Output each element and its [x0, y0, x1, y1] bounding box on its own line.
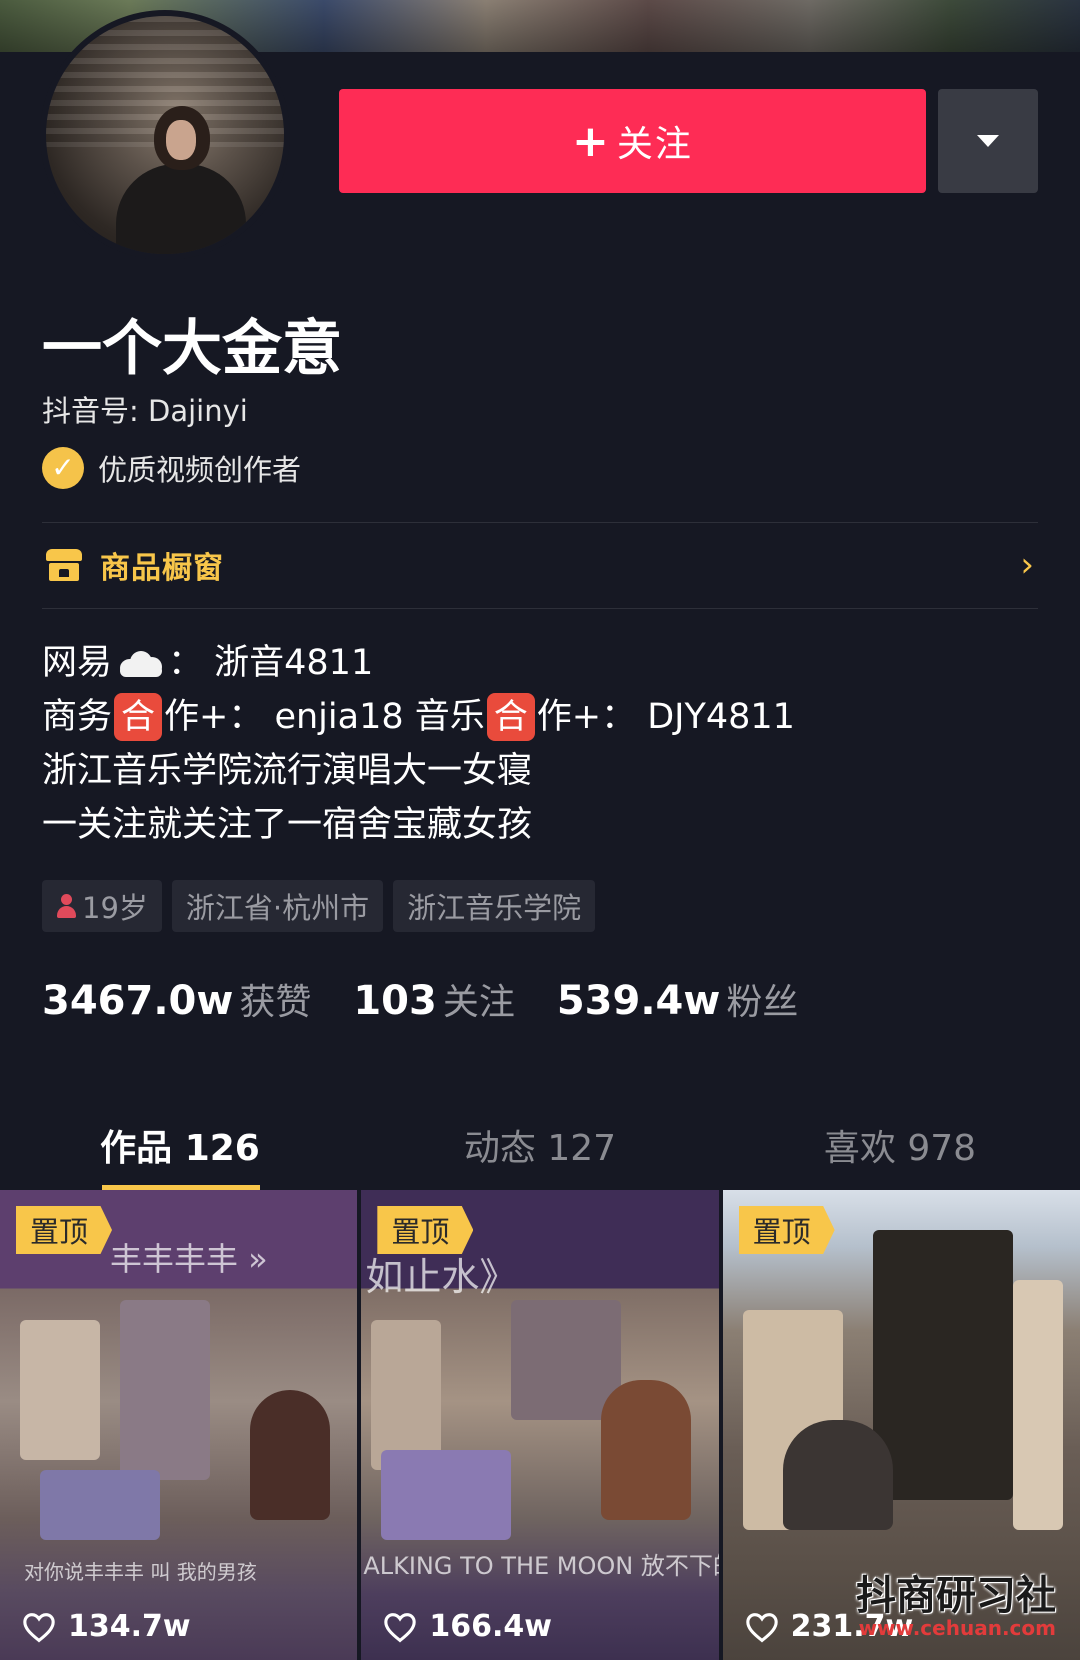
verified-label: 优质视频创作者 [98, 453, 302, 487]
checkmark-icon: ✓ [42, 447, 84, 489]
follow-button[interactable]: + 关注 [339, 89, 926, 193]
video-likes: 166.4w [383, 1609, 552, 1644]
bio-text: 商务 [42, 697, 113, 737]
bio-line-3: 浙江音乐学院流行演唱大一女寝 [42, 751, 533, 791]
follow-label: 关注 [616, 124, 693, 165]
plus-icon: + [572, 115, 611, 167]
heart-icon [745, 1612, 778, 1642]
video-thumbnail[interactable]: 置顶 231.7w 抖商研习社 www.cehuan.com [722, 1190, 1080, 1660]
location-tag[interactable]: 浙江省·杭州市 [171, 880, 384, 932]
video-likes-count: 134.7w [68, 1609, 191, 1644]
bio-line-4: 一关注就关注了一宿舍宝藏女孩 [42, 805, 533, 845]
profile-tags: 19岁 浙江省·杭州市 浙江音乐学院 [42, 880, 596, 932]
scene-shape [782, 1420, 893, 1530]
bio-line-2: 商务 合 作+： enjia18 音乐 合 作+： DJY4811 [42, 690, 795, 744]
following-label: 关注 [442, 982, 515, 1023]
following-count: 103 [353, 978, 437, 1024]
scene-shape [872, 1230, 1013, 1500]
content-tabs: 作品 126 动态 127 喜欢 978 [0, 1100, 1080, 1190]
cooperation-badge-icon: 合 [114, 693, 163, 741]
bio-text: 网易 [42, 643, 113, 683]
heart-icon [384, 1612, 417, 1642]
fans-count: 539.4w [556, 978, 721, 1024]
verified-badge: ✓ 优质视频创作者 [42, 447, 301, 489]
dropdown-triangle-icon [977, 135, 999, 147]
age-tag: 19岁 [42, 880, 162, 932]
shop-window-label: 商品橱窗 [100, 551, 224, 586]
douyin-id: 抖音号: Dajinyi [42, 394, 248, 428]
video-likes-count: 166.4w [429, 1609, 552, 1644]
tab-works[interactable]: 作品 126 [0, 1100, 360, 1190]
more-options-button[interactable] [938, 89, 1038, 193]
bio: 网易 ： 浙音4811 商务 合 作+： enjia18 音乐 合 作+： DJ… [42, 636, 795, 852]
avatar-photo [46, 16, 284, 254]
following-stat[interactable]: 103 关注 [353, 973, 515, 1025]
profile-stats: 3467.0w 获赞 103 关注 539.4w 粉丝 [42, 973, 840, 1025]
scene-shape [20, 1320, 100, 1460]
scene-shape [371, 1320, 442, 1470]
likes-label: 获赞 [239, 982, 312, 1023]
tab-likes[interactable]: 喜欢 978 [720, 1100, 1080, 1190]
avatar-person-face [166, 120, 196, 160]
bio-line-1: 网易 ： 浙音4811 [42, 636, 795, 690]
scene-shape [1012, 1280, 1063, 1530]
shop-icon [46, 549, 82, 581]
shop-window-row[interactable]: 商品橱窗 › [42, 522, 1038, 608]
divider [42, 608, 1038, 609]
video-grid: 丰丰丰丰 » 对你说丰丰丰 叫 我的男孩 置顶 134.7w 如止水》 ALKI… [0, 1190, 1080, 1660]
scene-shape [120, 1300, 210, 1480]
female-icon [56, 894, 76, 918]
pinned-badge: 置顶 [377, 1206, 474, 1254]
scene-shape [250, 1390, 330, 1520]
cooperation-badge-icon: 合 [486, 693, 535, 741]
avatar[interactable] [40, 10, 290, 260]
location-label: 浙江省·杭州市 [185, 891, 370, 925]
nickname: 一个大金意 [42, 314, 342, 384]
scene-shape [601, 1380, 692, 1520]
video-thumbnail[interactable]: 如止水》 ALKING TO THE MOON 放不下的理 置顶 166.4w [361, 1190, 719, 1660]
heart-icon [23, 1612, 55, 1642]
video-overlay-text: ALKING TO THE MOON 放不下的理 [363, 1552, 718, 1580]
avatar-person-body [116, 164, 246, 254]
age-label: 19岁 [82, 891, 148, 925]
fans-stat[interactable]: 539.4w 粉丝 [557, 973, 799, 1025]
video-likes: 134.7w [22, 1609, 191, 1644]
chevron-right-icon: › [1020, 545, 1034, 585]
likes-stat[interactable]: 3467.0w 获赞 [42, 973, 311, 1025]
scene-shape [381, 1450, 512, 1540]
video-thumbnail[interactable]: 丰丰丰丰 » 对你说丰丰丰 叫 我的男孩 置顶 134.7w [0, 1190, 358, 1660]
likes-count: 3467.0w [42, 978, 234, 1024]
fans-label: 粉丝 [726, 982, 799, 1023]
watermark-brand: 抖商研习社 [855, 1572, 1056, 1619]
tab-dynamics[interactable]: 动态 127 [360, 1100, 720, 1190]
pinned-badge: 置顶 [738, 1206, 835, 1254]
pinned-badge: 置顶 [16, 1206, 113, 1254]
school-tag[interactable]: 浙江音乐学院 [393, 880, 596, 932]
watermark-url: www.cehuan.com [858, 1616, 1056, 1640]
bio-text: ： 浙音4811 [168, 643, 374, 683]
watermark: 抖商研习社 www.cehuan.com [855, 1572, 1056, 1640]
bio-text: 作+： enjia18 音乐 [164, 697, 485, 737]
school-label: 浙江音乐学院 [407, 891, 582, 925]
scene-shape [40, 1470, 160, 1540]
cloud-icon [116, 649, 164, 677]
video-overlay-text: 丰丰丰丰 » [110, 1240, 268, 1278]
video-overlay-text: 如止水》 [365, 1255, 518, 1299]
bio-text: 作+： DJY4811 [536, 697, 795, 737]
video-overlay-text: 对你说丰丰丰 叫 我的男孩 [24, 1560, 257, 1584]
